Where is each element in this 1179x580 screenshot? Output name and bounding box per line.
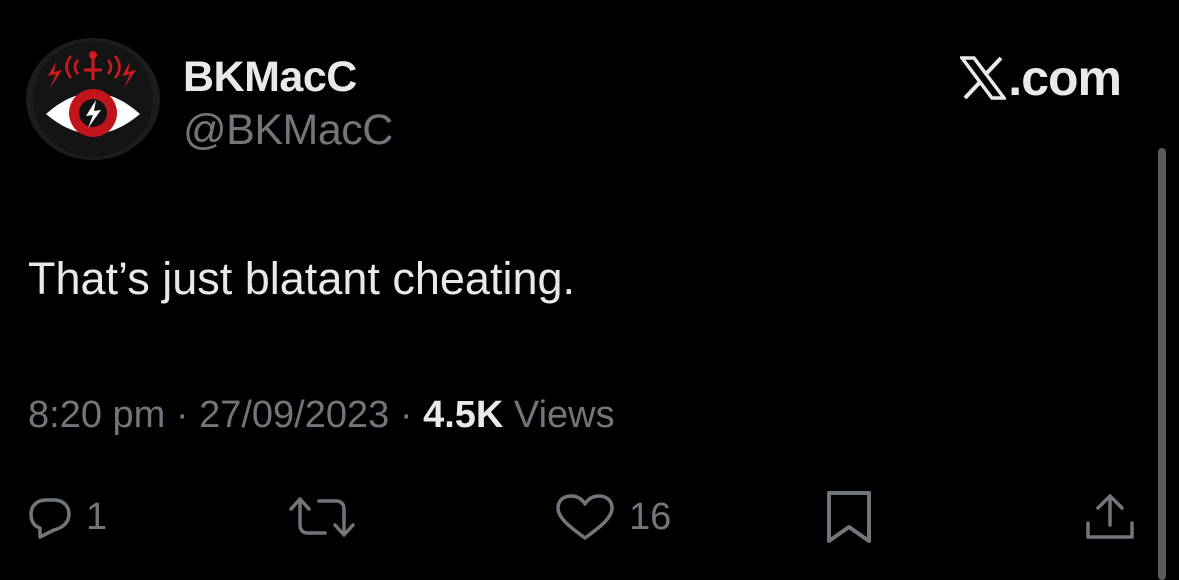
brand-domain: .com [1008,50,1122,106]
tweet-date[interactable]: 27/09/2023 [199,394,389,436]
like-count: 16 [629,496,672,538]
meta-separator: · [175,394,189,436]
reply-count: 1 [86,496,108,538]
like-button[interactable]: 16 [555,487,671,547]
tweet-meta: 8:20 pm · 27/09/2023 · 4.5K Views [28,392,615,438]
reply-bubble-icon [29,498,71,539]
tweet-time[interactable]: 8:20 pm [28,394,165,436]
retweet-button[interactable] [289,487,355,547]
avatar-eye-icon [26,38,160,160]
share-button[interactable] [1084,487,1136,547]
views-count: 4.5K [423,394,504,436]
avatar[interactable] [26,38,160,160]
retweet-icon [289,497,355,537]
share-icon [1086,494,1134,539]
views-label: Views [513,394,615,436]
tweet-text: That’s just blatant cheating. [28,253,576,304]
brand-watermark: .com [960,50,1122,106]
x-logo-icon [960,56,1007,100]
heart-icon [556,494,614,540]
display-name[interactable]: BKMacC [183,52,357,102]
meta-separator: · [399,394,413,436]
bookmark-icon [827,491,871,543]
user-handle[interactable]: @BKMacC [183,105,393,155]
reply-button[interactable]: 1 [28,487,107,547]
bookmark-button[interactable] [824,487,874,547]
scrollbar[interactable] [1158,148,1166,580]
